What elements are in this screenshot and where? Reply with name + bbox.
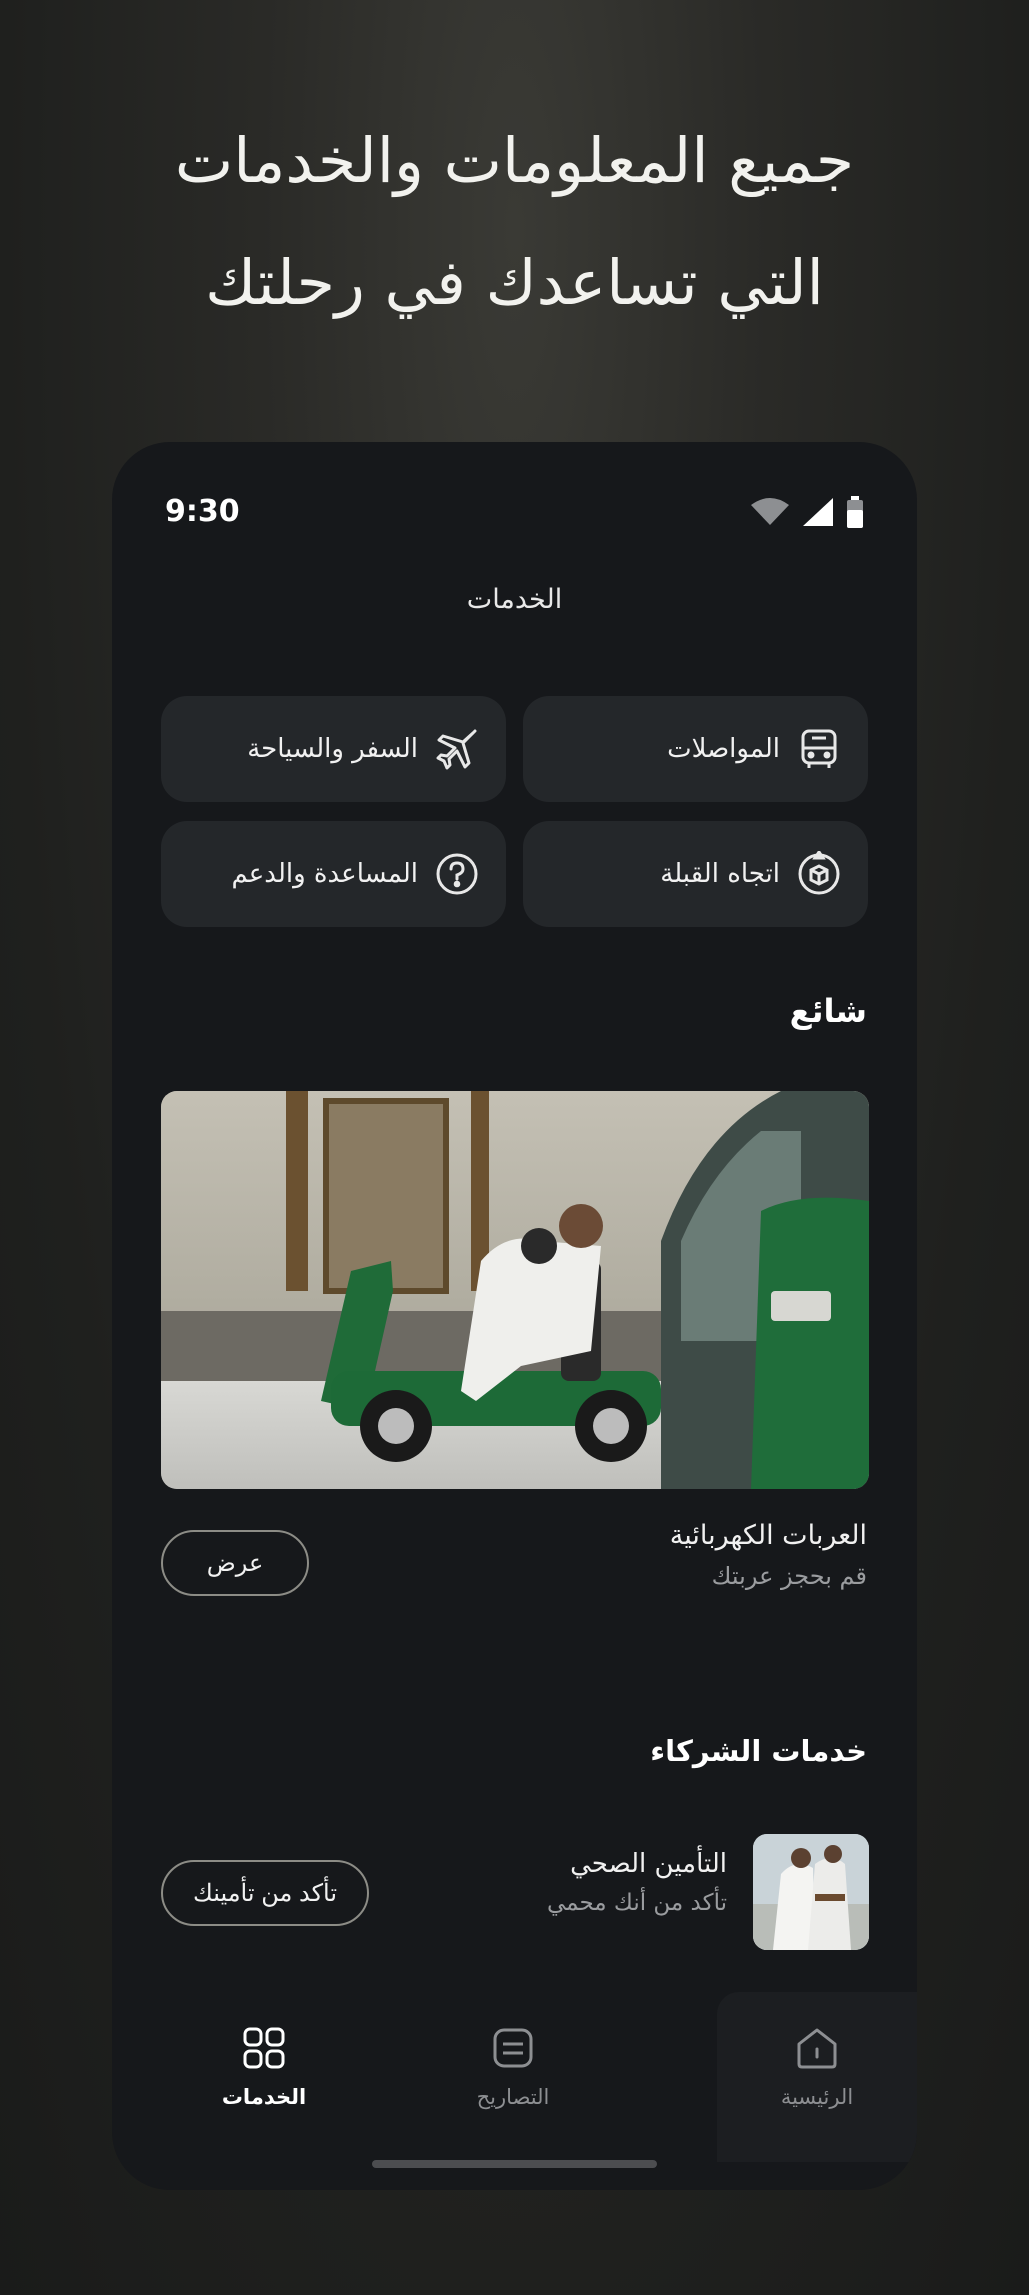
tile-transport[interactable]: المواصلات [523,696,868,802]
nav-home-label: الرئيسية [780,2085,854,2109]
tile-qibla[interactable]: اتجاه القبلة [523,821,868,927]
health-insurance-thumbnail [753,1834,869,1950]
nav-services-label: الخدمات [221,2085,307,2109]
tile-help-label: المساعدة والدعم [231,859,418,889]
nav-permits[interactable]: التصاريح [413,1992,613,2142]
page-title: الخدمات [466,584,563,615]
electric-cart-image[interactable] [161,1091,869,1489]
wifi-icon [750,497,790,531]
health-insurance-subtitle: تأكد من أنك محمي [546,1890,727,1916]
tile-qibla-label: اتجاه القبلة [660,859,780,889]
headline-line-1: جميع المعلومات والخدمات [174,124,855,197]
home-indicator[interactable] [372,2160,657,2168]
permits-icon [490,2025,536,2075]
bottom-navigation: الرئيسية التصاريح الخدمات [112,1992,917,2142]
cart-card-title: العربات الكهربائية [669,1520,867,1551]
bus-icon [796,726,842,772]
home-icon [794,2025,840,2075]
signal-icon [802,497,834,531]
tile-help[interactable]: المساعدة والدعم [161,821,506,927]
health-insurance-title: التأمين الصحي [570,1849,727,1879]
qibla-icon [796,851,842,897]
tile-transport-label: المواصلات [667,734,780,764]
tile-travel-label: السفر والسياحة [247,734,418,764]
airplane-icon [434,726,480,772]
tile-travel[interactable]: السفر والسياحة [161,696,506,802]
phone-frame: 9:30 الخدمات المواصلات السفر والسياحة ات… [112,442,917,2190]
status-bar: 9:30 [165,494,864,534]
nav-home[interactable]: الرئيسية [717,1992,917,2142]
check-insurance-button[interactable]: تأكد من تأمينك [161,1860,369,1926]
headline: جميع المعلومات والخدمات التي تساعدك في ر… [0,100,1029,344]
grid-icon [241,2025,287,2075]
battery-icon [846,496,864,532]
popular-section-title: شائع [789,992,867,1030]
status-icons [750,496,864,532]
cart-card-subtitle: قم بحجز عربتك [711,1562,867,1590]
status-time: 9:30 [165,494,240,529]
view-button[interactable]: عرض [161,1530,309,1596]
nav-permits-label: التصاريح [476,2085,550,2109]
headline-line-2: التي تساعدك في رحلتك [205,246,824,319]
partners-section-title: خدمات الشركاء [650,1734,867,1768]
help-icon [434,851,480,897]
nav-services[interactable]: الخدمات [164,1992,364,2142]
